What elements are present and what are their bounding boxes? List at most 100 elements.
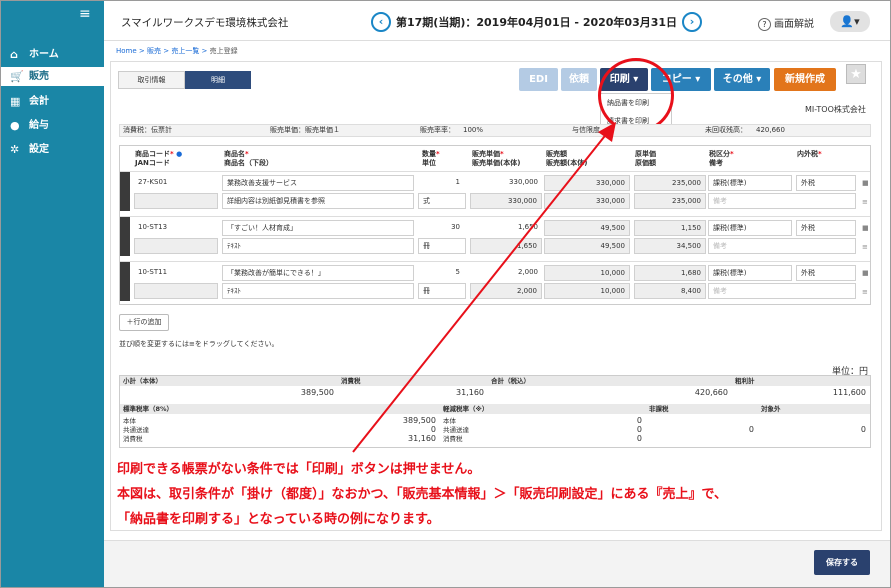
tax-class-select[interactable]: 課税(標準) bbox=[708, 265, 792, 281]
new-button[interactable]: 新規作成 bbox=[774, 68, 836, 91]
detail-table: 商品コード* ● JANコード 商品名* 商品名（下段） 数量* 単位 販売単価* 販売… bbox=[119, 145, 871, 305]
product-code[interactable]: 10-ST11 bbox=[134, 265, 218, 281]
exempt-value: 0 bbox=[860, 425, 866, 434]
annotation-text: 印刷できる帳票がない条件では「印刷」ボタンは押せません。 本図は、取引条件が「掛… bbox=[117, 462, 727, 527]
product-name-field[interactable]: 「すごい！人材育成」 bbox=[222, 220, 414, 236]
drag-handle[interactable] bbox=[120, 172, 130, 211]
cost-total-value: 235,000 bbox=[634, 193, 706, 209]
bottom-bar bbox=[104, 540, 890, 587]
cost-field[interactable]: 1,680 bbox=[634, 265, 706, 281]
inout-tax-select[interactable]: 外税 bbox=[796, 265, 856, 281]
note-field[interactable]: 備考 bbox=[708, 238, 856, 254]
partner-name: MI-TOO株式会社 bbox=[805, 105, 866, 114]
price-field[interactable]: 330,000 bbox=[470, 175, 542, 191]
col-header-name: 商品名* 商品名（下段） bbox=[224, 150, 273, 167]
note-field[interactable]: 備考 bbox=[708, 283, 856, 299]
price-field[interactable]: 1,650 bbox=[470, 220, 542, 236]
profit-label: 粗利計 bbox=[732, 376, 870, 386]
request-button[interactable]: 依頼 bbox=[561, 68, 597, 91]
chevron-down-icon: ▾ bbox=[756, 74, 762, 85]
qty-field[interactable]: 30 bbox=[418, 220, 464, 236]
row-drag-icon[interactable]: ≡ bbox=[862, 199, 870, 206]
breadcrumb-sales-list[interactable]: 売上一覧 bbox=[171, 47, 199, 55]
product-code[interactable]: 10-ST13 bbox=[134, 220, 218, 236]
cost-field[interactable]: 1,150 bbox=[634, 220, 706, 236]
help-link[interactable]: ? 画面解説 bbox=[758, 15, 814, 31]
jan-code-field[interactable] bbox=[134, 193, 218, 209]
drag-handle[interactable] bbox=[120, 262, 130, 301]
std-values: 389,500 0 31,160 bbox=[402, 416, 436, 443]
amount-value: 330,000 bbox=[544, 175, 630, 191]
inout-tax-select[interactable]: 外税 bbox=[796, 175, 856, 191]
info-icon: ● bbox=[176, 150, 183, 158]
star-icon[interactable]: ★ bbox=[846, 64, 866, 84]
rate-label: 販売率率： bbox=[420, 126, 455, 134]
breadcrumb-home[interactable]: Home bbox=[116, 47, 137, 55]
add-row-button[interactable]: ＋行の追加 bbox=[119, 314, 169, 331]
qty-field[interactable]: 5 bbox=[418, 265, 464, 281]
note-field[interactable]: 備考 bbox=[708, 193, 856, 209]
sidebar-item-home[interactable]: ⌂ ホーム bbox=[1, 45, 104, 64]
row-menu-icon[interactable]: ■ bbox=[862, 225, 870, 232]
amount-value: 49,500 bbox=[544, 220, 630, 236]
tax-calc-label: 消費税：伝票計 bbox=[123, 126, 172, 134]
tab-details[interactable]: 明細 bbox=[185, 71, 251, 89]
user-menu-button[interactable]: 👤▾ bbox=[830, 11, 870, 32]
hamburger-menu-icon[interactable]: ≡ bbox=[79, 7, 94, 21]
edi-button[interactable]: EDI bbox=[519, 68, 558, 91]
gear-icon: ✲ bbox=[10, 143, 20, 156]
row-menu-icon[interactable]: ■ bbox=[862, 180, 870, 187]
cost-total-value: 8,400 bbox=[634, 283, 706, 299]
price-field[interactable]: 2,000 bbox=[470, 265, 542, 281]
jan-code-field[interactable] bbox=[134, 238, 218, 254]
money-bag-icon: ● bbox=[10, 119, 20, 132]
user-icon: 👤▾ bbox=[840, 15, 860, 28]
cart-icon: 🛒 bbox=[10, 70, 24, 83]
breadcrumb: Home > 販売 > 売上一覧 > 売上登録 bbox=[116, 47, 238, 55]
nontax-label: 非課税 bbox=[646, 404, 758, 414]
prev-period-icon[interactable]: ‹ bbox=[371, 12, 391, 32]
save-button[interactable]: 保存する bbox=[814, 550, 870, 575]
breadcrumb-sales[interactable]: 販売 bbox=[147, 47, 161, 55]
calculator-icon: ▦ bbox=[10, 95, 21, 108]
chevron-down-icon: ▾ bbox=[695, 74, 701, 85]
tab-transaction-info[interactable]: 取引情報 bbox=[118, 71, 185, 89]
unit-field[interactable]: 冊 bbox=[418, 283, 466, 299]
row-menu-icon[interactable]: ■ bbox=[862, 270, 870, 277]
row-drag-icon[interactable]: ≡ bbox=[862, 289, 870, 296]
table-row: 10-ST13 「すごい！人材育成」 30 1,650 49,500 1,150… bbox=[120, 216, 870, 256]
sidebar-item-accounting[interactable]: ▦ 会計 bbox=[1, 92, 104, 111]
subtotal-value: 389,500 bbox=[300, 388, 334, 397]
inout-tax-select[interactable]: 外税 bbox=[796, 220, 856, 236]
total-label: 合計（税込） bbox=[488, 376, 732, 386]
period-selector: ‹ 第17期(当期)：2019年04月01日 - 2020年03月31日 › bbox=[371, 11, 703, 33]
tax-class-select[interactable]: 課税(標準) bbox=[708, 220, 792, 236]
col-header-code: 商品コード* ● JANコード bbox=[135, 150, 183, 167]
product-code[interactable]: 27-KS01 bbox=[134, 175, 218, 191]
company-name: スマイルワークスデモ環境株式会社 bbox=[121, 17, 289, 29]
product-name2-field[interactable]: ﾃｷｽﾄ bbox=[222, 283, 414, 299]
product-name-field[interactable]: 「業務改善が簡単にできる！」 bbox=[222, 265, 414, 281]
col-header-qty: 数量* 単位 bbox=[422, 150, 440, 167]
amount-net-value: 330,000 bbox=[544, 193, 630, 209]
product-name2-field[interactable]: ﾃｷｽﾄ bbox=[222, 238, 414, 254]
row-drag-icon[interactable]: ≡ bbox=[862, 244, 870, 251]
sidebar-item-settings[interactable]: ✲ 設定 bbox=[1, 140, 104, 159]
unit-field[interactable]: 冊 bbox=[418, 238, 466, 254]
sidebar-item-sales[interactable]: 🛒 販売 bbox=[1, 67, 104, 86]
jan-code-field[interactable] bbox=[134, 283, 218, 299]
exempt-label: 対象外 bbox=[758, 404, 870, 414]
drag-handle[interactable] bbox=[120, 217, 130, 256]
sidebar-item-payroll[interactable]: ● 給与 bbox=[1, 116, 104, 135]
qty-field[interactable]: 1 bbox=[418, 175, 464, 191]
cost-field[interactable]: 235,000 bbox=[634, 175, 706, 191]
product-name-field[interactable]: 業務改善支援サービス bbox=[222, 175, 414, 191]
profit-value: 111,600 bbox=[832, 388, 866, 397]
tax-class-select[interactable]: 課税(標準) bbox=[708, 175, 792, 191]
product-name2-field[interactable]: 詳細内容は別紙御見積書を参照 bbox=[222, 193, 414, 209]
other-button[interactable]: その他 ▾ bbox=[714, 68, 770, 91]
unit-field[interactable]: 式 bbox=[418, 193, 466, 209]
home-icon: ⌂ bbox=[10, 48, 18, 61]
col-header-price: 販売単価* 販売単価(本体) bbox=[472, 150, 521, 167]
next-period-icon[interactable]: › bbox=[682, 12, 703, 32]
